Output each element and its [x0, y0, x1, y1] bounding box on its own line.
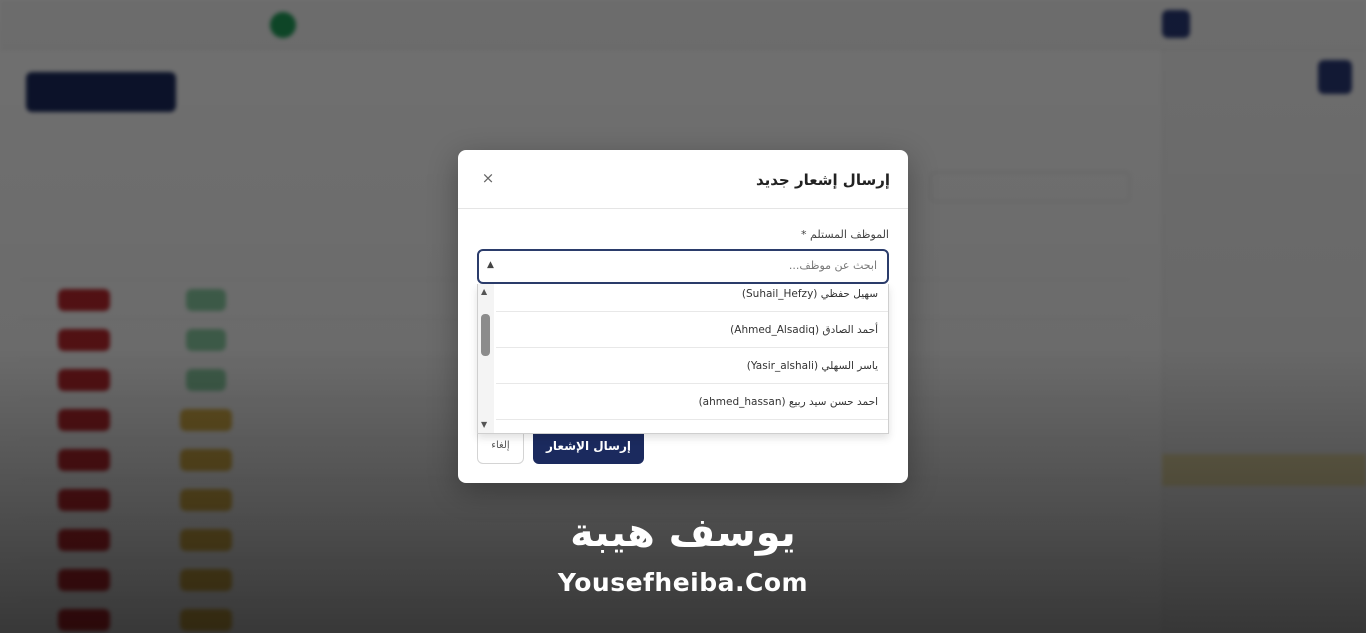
caret-up-icon[interactable]: ▲: [487, 260, 494, 270]
watermark-english: Yousefheiba.Com: [557, 568, 809, 597]
close-icon[interactable]: ×: [480, 170, 496, 186]
dropdown-option[interactable]: احمد حسن سيد ربيع (ahmed_hassan): [496, 384, 888, 420]
dropdown-scrollbar[interactable]: ▲ ▼: [478, 284, 494, 433]
scroll-up-icon[interactable]: ▲: [481, 287, 487, 296]
modal-title: إرسال إشعار جديد: [755, 171, 890, 189]
employee-search-input[interactable]: [537, 259, 877, 272]
dropdown-option[interactable]: ياسر السهلي (Yasir_alshali): [496, 348, 888, 384]
modal-header: إرسال إشعار جديد ×: [458, 150, 908, 209]
recipient-field-label: الموظف المستلم *: [801, 228, 889, 241]
watermark-arabic: يوسف هيبة: [570, 510, 796, 556]
dropdown-option[interactable]: أحمد الصادق (Ahmed_Alsadiq): [496, 312, 888, 348]
dropdown-option[interactable]: سهيل حفظي (Suhail_Hefzy): [496, 284, 888, 312]
scrollbar-thumb[interactable]: [481, 314, 490, 356]
employee-dropdown-list[interactable]: ▲ ▼ سهيل حفظي (Suhail_Hefzy) أحمد الصادق…: [477, 284, 889, 434]
recipient-select[interactable]: ▲: [477, 249, 889, 284]
scroll-down-icon[interactable]: ▼: [481, 420, 487, 429]
